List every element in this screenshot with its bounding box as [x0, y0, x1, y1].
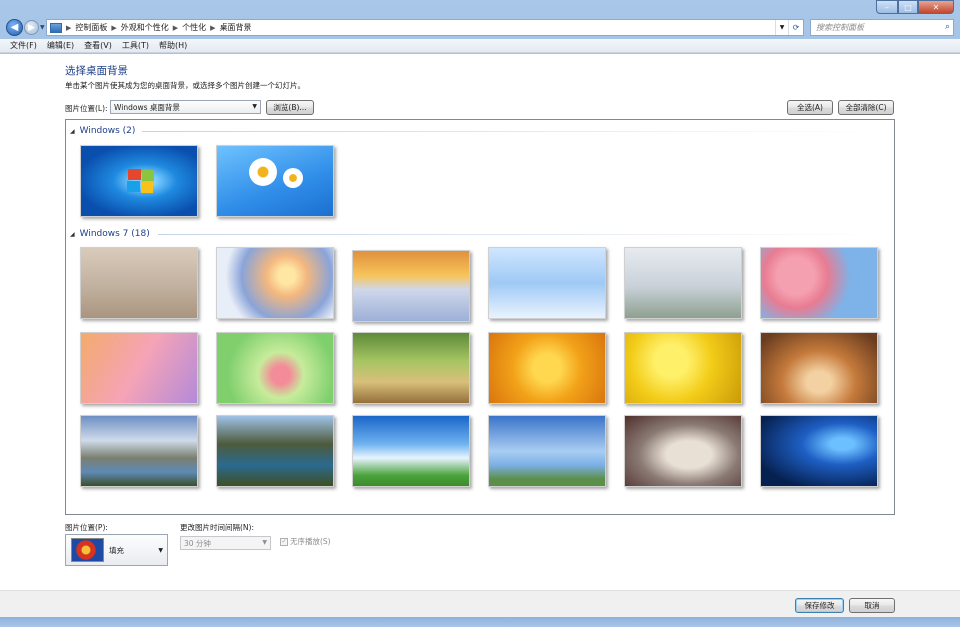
clear-all-button[interactable]: 全部清除(C) [838, 100, 894, 115]
refresh-icon[interactable]: ⟳ [788, 20, 803, 35]
wallpaper-gallery: ◢ Windows (2) ◢ Windows 7 (18) [65, 119, 895, 515]
page-title: 选择桌面背景 [65, 65, 128, 77]
wallpaper-thumb[interactable] [216, 145, 334, 217]
search-input[interactable]: 搜索控制面板 ⌕ [810, 19, 954, 36]
wallpaper-thumb[interactable] [80, 247, 198, 319]
wallpaper-thumb[interactable] [488, 247, 606, 319]
forward-button[interactable]: ▶ [24, 20, 39, 35]
control-panel-icon [50, 22, 62, 33]
address-bar[interactable]: ▶ 控制面板 ▶ 外观和个性化 ▶ 个性化 ▶ 桌面背景 ▼ ⟳ [46, 19, 804, 36]
select-all-button[interactable]: 全选(A) [787, 100, 833, 115]
wallpaper-thumb[interactable] [760, 332, 878, 404]
address-history-dropdown[interactable]: ▼ [775, 20, 788, 35]
breadcrumb-appearance[interactable]: 外观和个性化 [121, 22, 169, 33]
menu-edit[interactable]: 编辑(E) [47, 40, 74, 51]
wallpaper-thumb[interactable] [352, 250, 470, 322]
maximize-button[interactable]: □ [898, 0, 918, 14]
search-icon[interactable]: ⌕ [945, 22, 950, 32]
window-frame-bottom [0, 617, 960, 627]
windows-logo-green [142, 170, 154, 181]
wallpaper-thumb[interactable] [624, 332, 742, 404]
page-description: 单击某个图片使其成为您的桌面背景，或选择多个图片创建一个幻灯片。 [65, 81, 305, 90]
wallpaper-thumb[interactable] [760, 247, 878, 319]
menu-bar: 文件(F) 编辑(E) 查看(V) 工具(T) 帮助(H) [0, 39, 960, 53]
collapse-arrow-icon[interactable]: ◢ [70, 128, 75, 135]
chevron-right-icon[interactable]: ▶ [173, 24, 178, 32]
cancel-button[interactable]: 取消 [849, 598, 895, 613]
shuffle-label: 无序播放(S) [290, 537, 331, 546]
breadcrumb-desktop-background[interactable]: 桌面背景 [220, 22, 252, 33]
chevron-down-icon: ▼ [158, 547, 163, 554]
picture-position-value: 填充 [109, 545, 124, 555]
group-divider [142, 131, 888, 132]
position-preview-icon [71, 538, 104, 562]
picture-location-select[interactable]: Windows 桌面背景 ▼ [110, 100, 261, 114]
chevron-right-icon[interactable]: ▶ [210, 24, 215, 32]
interval-label: 更改图片时间间隔(N): [180, 523, 254, 532]
address-row: ◀ ▶ ▼ ▶ 控制面板 ▶ 外观和个性化 ▶ 个性化 ▶ 桌面背景 ▼ ⟳ 搜… [0, 16, 960, 38]
wallpaper-thumb[interactable] [488, 415, 606, 487]
search-placeholder: 搜索控制面板 [816, 23, 864, 32]
chevron-right-icon[interactable]: ▶ [66, 24, 71, 32]
wallpaper-thumb[interactable] [624, 247, 742, 319]
group-divider [158, 234, 888, 235]
daisy-flower [249, 158, 277, 186]
group-title: Windows 7 (18) [79, 229, 150, 239]
daisy-flower [283, 168, 303, 188]
interval-select[interactable]: 30 分钟 ▼ [180, 536, 271, 550]
picture-position-select[interactable]: 填充 ▼ [65, 534, 168, 566]
checkbox-check-icon: ✓ [280, 537, 288, 546]
wallpaper-thumb[interactable] [216, 332, 334, 404]
recent-pages-dropdown[interactable]: ▼ [40, 24, 45, 31]
picture-location-value: Windows 桌面背景 [114, 102, 180, 112]
wallpaper-thumb[interactable] [216, 415, 334, 487]
menu-view[interactable]: 查看(V) [84, 40, 112, 51]
wallpaper-thumb[interactable] [624, 415, 742, 487]
wallpaper-thumb[interactable] [216, 247, 334, 319]
wallpaper-thumb[interactable] [80, 332, 198, 404]
chevron-down-icon: ▼ [262, 539, 267, 546]
content-area: 选择桌面背景 单击某个图片使其成为您的桌面背景，或选择多个图片创建一个幻灯片。 … [0, 54, 960, 590]
back-button[interactable]: ◀ [6, 19, 23, 36]
caption-buttons: – □ ✕ [876, 0, 954, 14]
menu-help[interactable]: 帮助(H) [159, 40, 187, 51]
picture-position-label: 图片位置(P): [65, 523, 108, 532]
interval-value: 30 分钟 [184, 538, 211, 548]
windows-logo-yellow [141, 182, 153, 193]
group-header-windows7[interactable]: ◢ Windows 7 (18) [66, 227, 894, 241]
browse-button[interactable]: 浏览(B)... [266, 100, 314, 115]
chevron-down-icon: ▼ [252, 103, 257, 110]
save-changes-button[interactable]: 保存修改 [795, 598, 844, 613]
collapse-arrow-icon[interactable]: ◢ [70, 231, 75, 238]
breadcrumb-personalization[interactable]: 个性化 [182, 22, 206, 33]
picture-location-label: 图片位置(L): [65, 104, 108, 113]
wallpaper-thumb[interactable] [80, 415, 198, 487]
breadcrumb-control-panel[interactable]: 控制面板 [75, 22, 107, 33]
shuffle-checkbox[interactable]: ✓ 无序播放(S) [280, 536, 331, 547]
group-header-windows[interactable]: ◢ Windows (2) [66, 124, 894, 138]
close-button[interactable]: ✕ [918, 0, 954, 14]
windows-logo-blue [127, 181, 140, 192]
windows-logo-red [128, 169, 141, 180]
group-title: Windows (2) [79, 126, 136, 136]
wallpaper-thumb[interactable] [760, 415, 878, 487]
wallpaper-thumb[interactable] [352, 415, 470, 487]
wallpaper-thumb[interactable] [80, 145, 198, 217]
chevron-right-icon[interactable]: ▶ [111, 24, 116, 32]
wallpaper-thumb[interactable] [352, 332, 470, 404]
wallpaper-thumb[interactable] [488, 332, 606, 404]
minimize-button[interactable]: – [876, 0, 898, 14]
menu-file[interactable]: 文件(F) [10, 40, 37, 51]
menu-tools[interactable]: 工具(T) [122, 40, 149, 51]
